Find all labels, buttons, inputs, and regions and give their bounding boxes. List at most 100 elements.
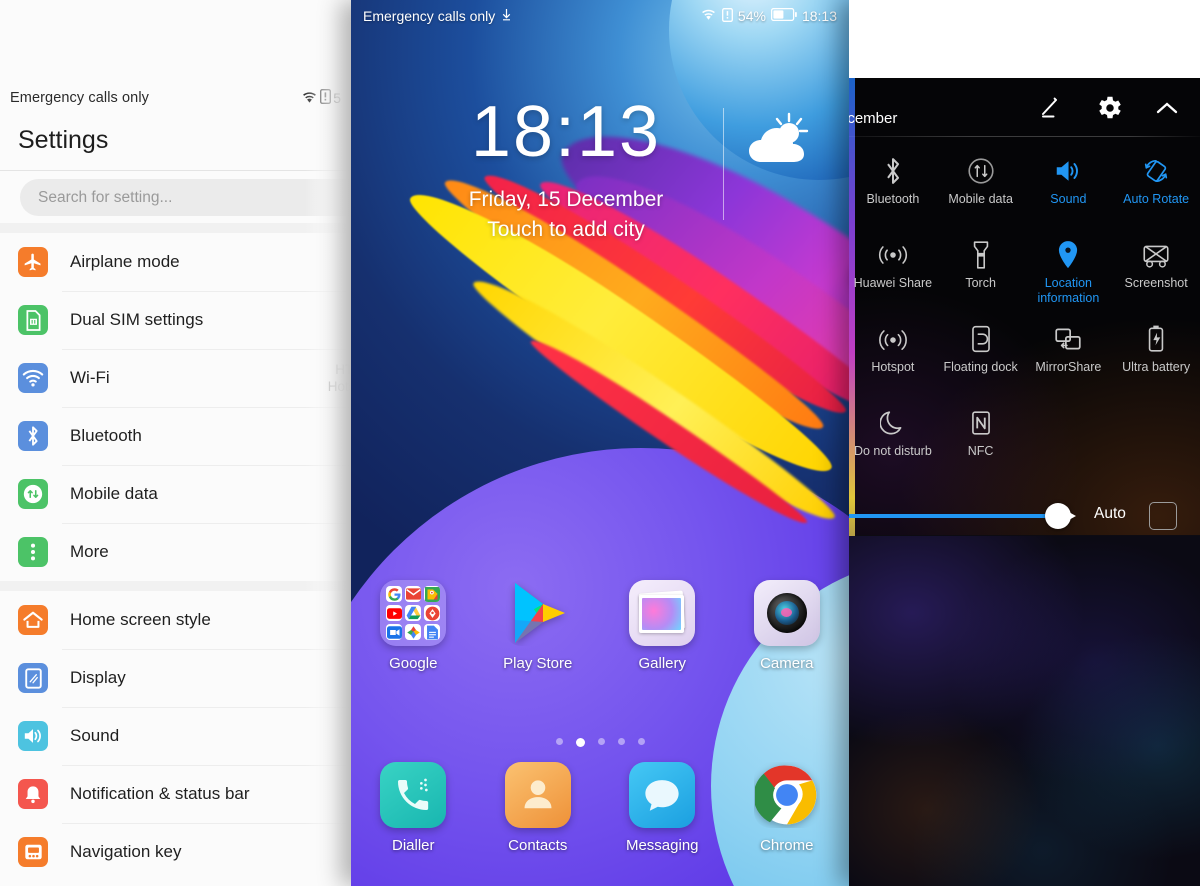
phone-status-right: 54% 18:13 [700, 7, 837, 25]
qs-tile-screenshot[interactable]: Screenshot [1112, 230, 1200, 314]
settings-status-icons: 5 [301, 88, 341, 107]
qs-tile-label: Hotspot [871, 360, 915, 374]
qs-tile-do-not-disturb[interactable]: Do not disturb [849, 398, 937, 482]
settings-row-label: Airplane mode [70, 252, 180, 271]
qs-tile-auto-rotate[interactable]: Auto Rotate [1112, 146, 1200, 230]
settings-row-bluetooth[interactable]: Bluetooth [0, 407, 351, 465]
gear-icon[interactable] [1094, 93, 1124, 128]
settings-row-home-screen-style[interactable]: Home screen style S [0, 591, 351, 649]
phone-status-left: Emergency calls only [363, 8, 512, 24]
search-input[interactable]: Search for setting... [20, 179, 351, 216]
message-icon [629, 762, 696, 828]
hotspot-icon [878, 322, 908, 356]
qs-tile-huawei-share[interactable]: Huawei Share [849, 230, 937, 314]
settings-row-sound[interactable]: Sound [0, 707, 351, 765]
app-label: Play Store [503, 655, 573, 672]
page-dot[interactable] [555, 738, 563, 745]
app-label: Messaging [625, 837, 699, 854]
qs-tile-label: Sound [1050, 192, 1087, 206]
settings-row-dual-sim-settings[interactable]: Dual SIM settings [0, 291, 351, 349]
page-dot[interactable] [617, 738, 625, 745]
group-separator-top [0, 223, 351, 233]
qs-tile-row: Do not disturb NFC [849, 398, 1200, 482]
settings-row-airplane-mode[interactable]: Airplane mode [0, 233, 351, 291]
mobile-data-icon [966, 154, 996, 188]
lockscreen-add-city-hint[interactable]: Touch to add city [351, 218, 781, 242]
settings-row-label: Mobile data [70, 484, 158, 503]
app-icon-chrome[interactable]: Chrome [725, 762, 850, 854]
qs-tile-floating-dock[interactable]: Floating dock [937, 314, 1025, 398]
page-dot[interactable] [575, 738, 585, 747]
brightness-slider-knob[interactable] [1045, 503, 1076, 529]
home-apps-row-1: Google Play Store Gallery Camera [351, 580, 849, 672]
qs-date-label: ecember [849, 110, 898, 127]
page-dot[interactable] [637, 738, 645, 745]
app-label: Camera [760, 655, 814, 672]
qs-blurred-background-below [849, 536, 1200, 886]
navigation-key-icon [18, 837, 48, 867]
screenshot-root: Emergency calls only 5 Settings Search f… [0, 0, 1200, 886]
mirrorshare-icon [1053, 322, 1083, 356]
sim-alert-icon [320, 88, 332, 107]
qs-tile-label: Screenshot [1124, 276, 1188, 290]
settings-row-display[interactable]: Display [0, 649, 351, 707]
search-container: Search for setting... [0, 171, 351, 223]
settings-row-notification-status-bar[interactable]: Notification & status bar [0, 765, 351, 823]
auto-brightness-checkbox[interactable] [1149, 502, 1177, 530]
qs-tile-nfc[interactable]: NFC [937, 398, 1025, 482]
settings-row-navigation-key[interactable]: Navigation key [0, 823, 351, 881]
settings-battery-percent: 5 [333, 90, 341, 106]
chevron-up-icon[interactable] [1152, 93, 1182, 128]
edit-pencil-icon[interactable] [1036, 93, 1066, 128]
qs-tile-label: Bluetooth [866, 192, 920, 206]
app-icon-camera[interactable]: Camera [725, 580, 850, 672]
qs-tile-location-information[interactable]: Location information [1025, 230, 1113, 314]
app-icon-dialler[interactable]: Dialler [351, 762, 476, 854]
download-arrow-icon [501, 8, 512, 24]
qs-tile-label: Location information [1037, 276, 1100, 305]
settings-group-device: Home screen style S Display Sound Notificati… [0, 591, 351, 881]
location-pin-icon [1055, 238, 1081, 272]
wifi-icon [18, 363, 48, 393]
settings-app-panel: Emergency calls only 5 Settings Search f… [0, 0, 351, 886]
gallery-icon [629, 580, 696, 646]
settings-row-wi-fi[interactable]: Wi-Fi HTCHotsp [0, 349, 351, 407]
sim-card-icon [18, 305, 48, 335]
settings-row-mobile-data[interactable]: Mobile data [0, 465, 351, 523]
phone-home-screen-panel: Emergency calls only 54% 18:13 18:13 Fri… [351, 0, 849, 886]
qs-tile-mirrorshare[interactable]: MirrorShare [1025, 314, 1113, 398]
app-icon-messaging[interactable]: Messaging [600, 762, 725, 854]
battery-icon [770, 7, 797, 24]
app-icon-gallery[interactable]: Gallery [600, 580, 725, 672]
qs-tile-mobile-data[interactable]: Mobile data [937, 146, 1025, 230]
brightness-slider-row: Auto [849, 494, 1200, 536]
settings-row-value: S [293, 612, 351, 629]
settings-row-more[interactable]: More [0, 523, 351, 581]
qs-tile-bluetooth[interactable]: Bluetooth [849, 146, 937, 230]
qs-tile-hotspot[interactable]: Hotspot [849, 314, 937, 398]
app-label: Dialler [391, 837, 435, 854]
google-folder-icon [380, 580, 447, 646]
bell-icon [18, 779, 48, 809]
settings-row-label: Sound [70, 726, 120, 745]
brightness-slider-track[interactable] [849, 514, 1059, 518]
page-title: Settings [18, 126, 109, 154]
settings-row-label: Wi-Fi [70, 368, 110, 387]
qs-header-divider [849, 136, 1200, 137]
page-dot[interactable] [597, 738, 605, 745]
sim-alert-icon [721, 7, 733, 25]
qs-tile-sound[interactable]: Sound [1025, 146, 1113, 230]
qs-tile-torch[interactable]: Torch [937, 230, 1025, 314]
screenshot-icon [1140, 238, 1172, 272]
settings-row-label: Dual SIM settings [70, 310, 204, 329]
settings-row-label: Navigation key [70, 842, 182, 861]
quick-settings-panel: ecember Bluetooth Mobile data Sound Auto Ro… [849, 0, 1200, 886]
app-icon-google[interactable]: Google [351, 580, 476, 672]
app-icon-play-store[interactable]: Play Store [476, 580, 601, 672]
qs-tile-label: Auto Rotate [1123, 192, 1190, 206]
weather-sun-cloud-icon [739, 112, 811, 176]
qs-tile-row: Bluetooth Mobile data Sound Auto Rotate [849, 146, 1200, 230]
qs-tile-ultra-battery[interactable]: Ultra battery [1112, 314, 1200, 398]
app-icon-contacts[interactable]: Contacts [476, 762, 601, 854]
qs-white-top-area [849, 0, 1200, 78]
